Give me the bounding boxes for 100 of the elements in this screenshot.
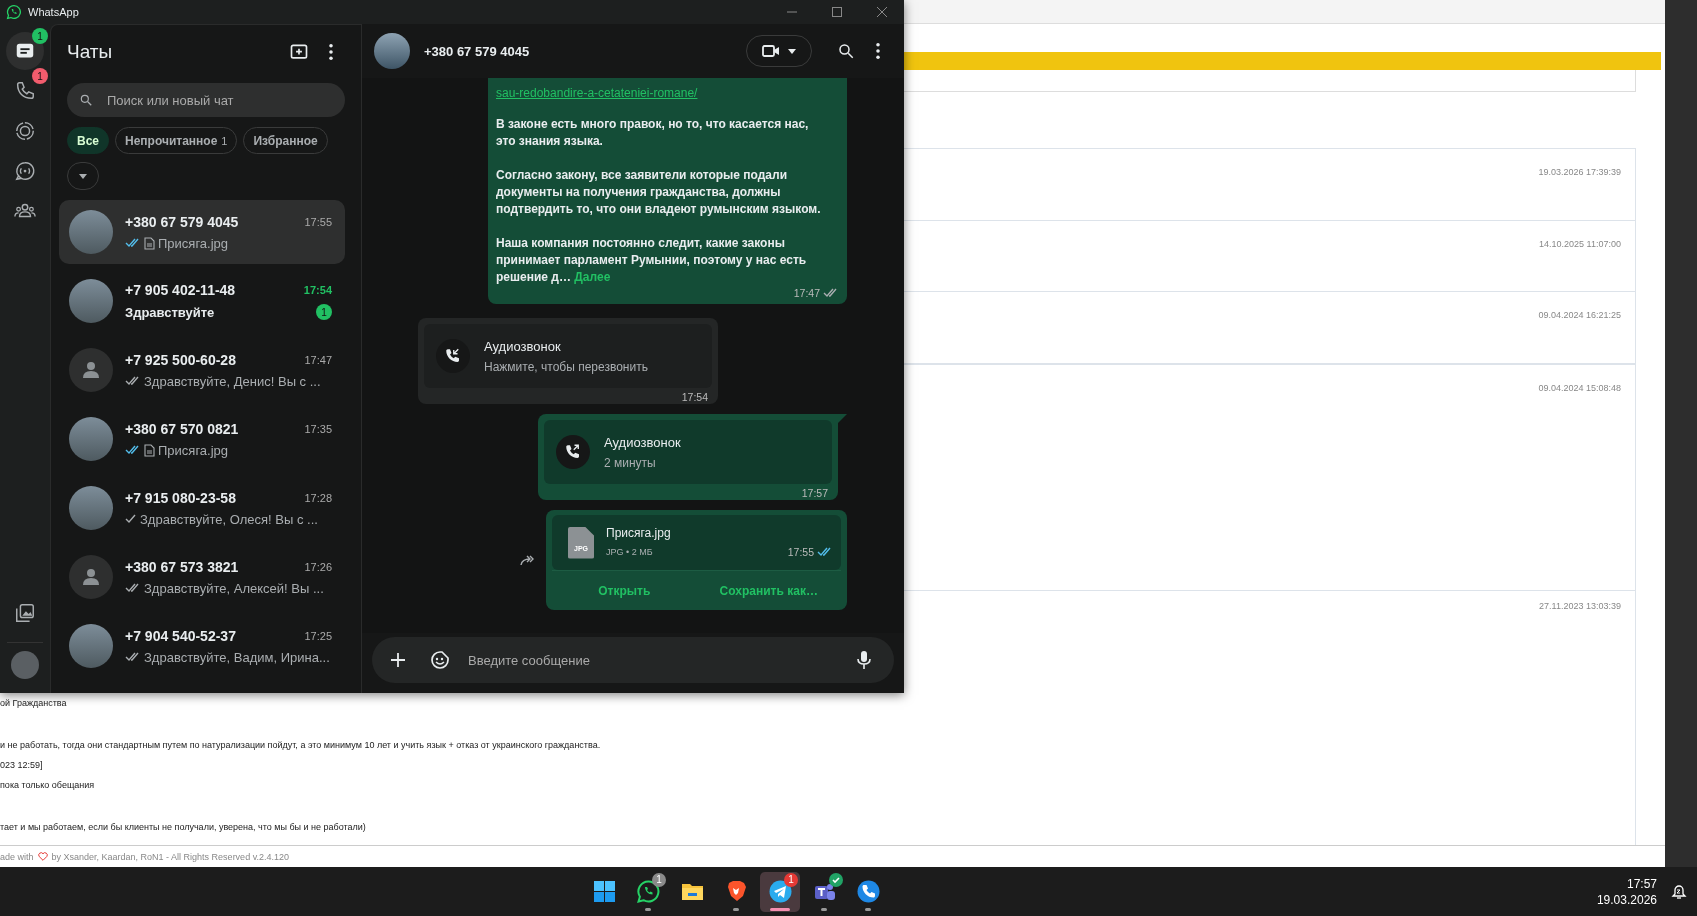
comment-text: пока только обещания: [0, 779, 96, 792]
message-preview: Здравствуйте, Денис! Вы с ...: [144, 373, 322, 389]
message-time: 17:57: [801, 487, 828, 499]
search-field[interactable]: Поиск или новый чат: [67, 83, 345, 117]
comment-date: 09.04.2024 15:08:48: [1538, 383, 1621, 393]
call-title: Аудиозвонок: [604, 434, 681, 450]
search-icon: [79, 93, 93, 107]
count-badge: 1: [32, 68, 48, 84]
file-action-button[interactable]: Открыть: [552, 571, 697, 610]
comment-date: 27.11.2023 13:03:39: [1539, 601, 1621, 611]
message-preview: Здравствуйте: [125, 304, 216, 320]
count-badge: 1: [32, 28, 48, 44]
file-action-button[interactable]: Сохранить как…: [696, 571, 841, 610]
contact-name: +380 67 570 0821: [125, 420, 240, 437]
message-text: В законе есть много правок, но то, что касается нас, это знания языка.: [496, 116, 810, 150]
gallery-icon: [14, 602, 36, 624]
comment-text: тает и мы работаем, если бы клиенты не получали, уверена, что мы бы и не работали): [0, 821, 367, 834]
file-name: Присяга.jpg: [606, 526, 672, 540]
windows-icon: [591, 879, 617, 904]
call-subtitle: Нажмите, чтобы перезвонить: [484, 359, 648, 374]
unread-badge: 1: [316, 304, 332, 320]
search-input[interactable]: Поиск или новый чат: [105, 91, 305, 109]
message-time: 17:54: [303, 284, 332, 296]
profile-avatar[interactable]: [11, 651, 39, 679]
menu-icon: [876, 43, 880, 59]
file-meta: JPG • 2 МБ: [606, 547, 654, 557]
plus-icon: [390, 652, 406, 668]
message-text: Согласно закону, все заявители которые подали документы на получения гражданства, должны подтвердить то, что они владеют румынским языком.: [496, 167, 822, 218]
new-chat-icon: [289, 42, 309, 62]
comment-text: ой Гражданства: [0, 697, 68, 710]
message-preview: Присяга.jpg: [158, 235, 230, 251]
panel-title: Чаты: [67, 41, 114, 63]
contact-name: +7 904 540-52-37: [125, 627, 237, 644]
comment-text: и не работать, тогда они стандартным путем по натурализации пойдут, а это минимум 10 лет и учить язык + отказ от украинского гражданства.: [0, 739, 602, 752]
call-bubble[interactable]: Аудиозвонок Нажмите, чтобы перезвонить 17:54: [418, 318, 718, 404]
chat-list-item[interactable]: +380 67 570 0821 17:35 Присяга.jpg: [59, 407, 345, 471]
person-icon: [81, 360, 101, 380]
message-time: 17:47: [793, 287, 820, 299]
contact-name: +7 925 500-60-28: [125, 351, 237, 368]
chat-list-item[interactable]: +7 904 540-52-37 17:25 Здравствуйте, Вадим, Ирина...: [59, 614, 345, 678]
message-time: 17:25: [304, 629, 332, 642]
contact-name: +7 915 080-23-58: [125, 489, 237, 506]
comment-date: 14.10.2025 11:07:00: [1539, 239, 1621, 249]
video-camera-icon: [762, 44, 780, 58]
chat-list-item[interactable]: +380 67 573 3821 17:26 Здравствуйте, Алексей! Вы ...: [59, 545, 345, 609]
window-title: WhatsApp: [28, 6, 79, 18]
contact-name: +7 905 402-11-48: [125, 282, 237, 298]
taskbar-app[interactable]: 1: [760, 871, 800, 912]
call-bubble[interactable]: Аудиозвонок 2 минуты 17:57: [538, 414, 838, 500]
chat-list-item[interactable]: +7 925 500-60-28 17:47 Здравствуйте, Денис! Вы с ...: [59, 338, 345, 402]
caret-icon: [79, 173, 87, 179]
clock-time: 17:57: [1626, 875, 1657, 892]
phone-arrow-icon: [444, 347, 462, 365]
bell-icon[interactable]: [1671, 883, 1687, 900]
notification-badge: 1: [652, 872, 666, 887]
forward-icon[interactable]: [520, 554, 536, 566]
message-text: Наша компания постоянно следит, какие законы принимает парламент Румынии, поэтому у нас есть решение д… Далее: [496, 235, 808, 286]
menu-icon: [329, 44, 333, 60]
search-icon: [837, 42, 855, 60]
message-preview: Здравствуйте, Вадим, Ирина...: [144, 649, 331, 665]
avatar-photo: [374, 33, 410, 69]
channels-icon: [14, 160, 36, 182]
footer-text: ade with: [0, 851, 34, 862]
message-time: 17:47: [304, 353, 332, 366]
message-time: 17:26: [304, 560, 332, 573]
heart-icon: [37, 852, 48, 861]
contact-name: +380 67 579 4045: [125, 213, 240, 230]
filter-chip[interactable]: Все: [67, 127, 109, 154]
bubble-tail: [838, 414, 847, 423]
message-time: 17:54: [681, 391, 708, 403]
comment-date: 19.03.2026 17:39:39: [1538, 167, 1621, 177]
call-title: Аудиозвонок: [484, 338, 562, 354]
app-logo-icon: [6, 4, 22, 20]
caret-icon: [788, 48, 796, 54]
close-icon: [876, 7, 887, 17]
comment-date: 09.04.2024 16:21:25: [1538, 310, 1621, 320]
message-composer[interactable]: Введите сообщение: [372, 637, 894, 683]
message-preview: Здравствуйте, Олеся! Вы с ...: [140, 511, 319, 527]
phone-icon: [14, 80, 36, 102]
message-time: 17:55: [787, 546, 814, 558]
microphone-icon: [857, 650, 871, 670]
message-preview: Присяга.jpg: [158, 442, 230, 458]
chat-list-item[interactable]: +7 905 402-11-48 17:54 Здравствуйте 1: [59, 269, 345, 333]
chat-list-item[interactable]: +380 67 579 4045 17:55 Присяга.jpg: [59, 200, 345, 264]
message-preview: Здравствуйте, Алексей! Вы ...: [144, 580, 325, 596]
chat-list-item[interactable]: +7 915 080-23-58 17:28 Здравствуйте, Олеся! Вы с ...: [59, 476, 345, 540]
message-time: 17:55: [304, 215, 332, 228]
message-time: 17:28: [304, 491, 332, 504]
contact-name: +380 67 573 3821: [125, 558, 240, 575]
notification-badge: 1: [784, 872, 798, 887]
message-link[interactable]: sau-redobandire-a-cetateniei-romane/: [496, 84, 839, 102]
message-input[interactable]: Введите сообщение: [466, 651, 838, 669]
clock-date: 19.03.2026: [1596, 891, 1657, 908]
smiley-icon: [430, 650, 450, 670]
footer-text: by Xsander, Kaardan, RoN1 - All Rights Reserved v.2.4.120: [51, 851, 289, 862]
read-more-link[interactable]: Далее: [574, 270, 611, 284]
person-icon: [81, 567, 101, 587]
call-subtitle: 2 минуты: [604, 455, 657, 470]
phone-app-icon: [855, 879, 881, 904]
message-time: 17:35: [304, 422, 332, 435]
